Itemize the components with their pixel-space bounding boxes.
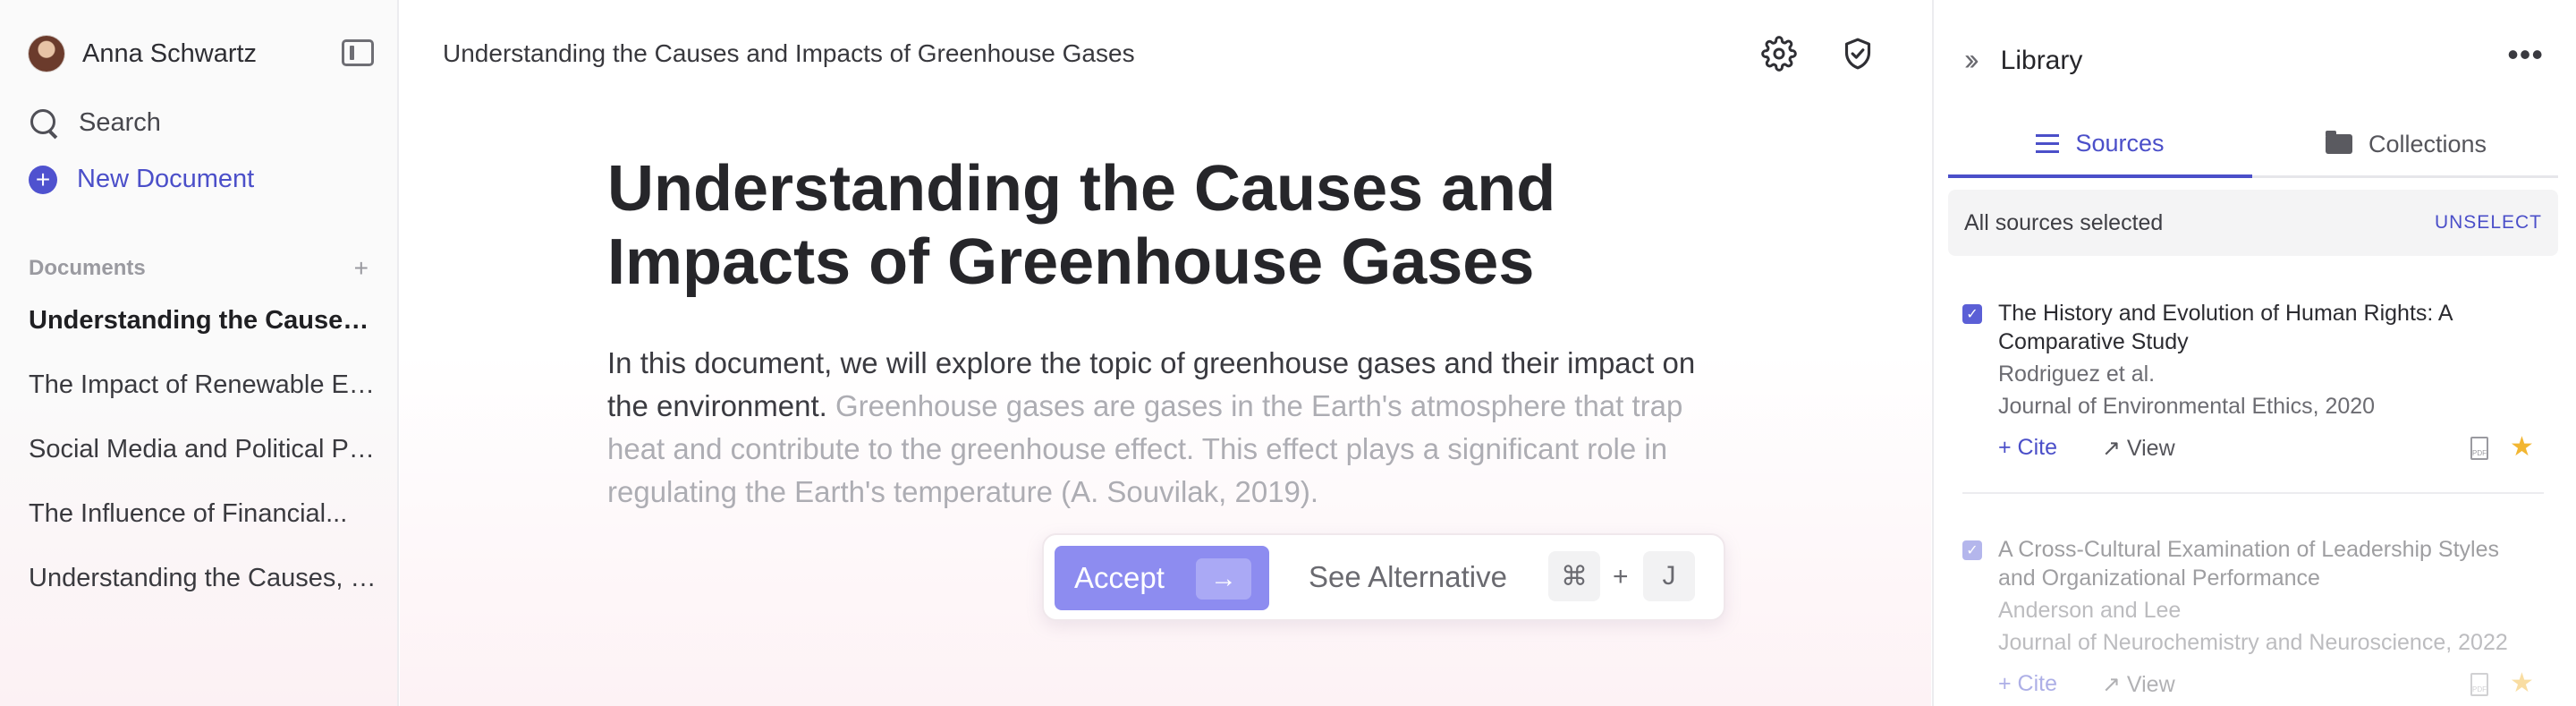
double-chevron-right-icon[interactable]: ›› bbox=[1964, 43, 1979, 78]
add-document-icon[interactable]: + bbox=[354, 254, 369, 283]
accept-label: Accept bbox=[1074, 561, 1165, 594]
tab-collections[interactable]: Collections bbox=[2254, 113, 2558, 175]
view-button[interactable]: ↗ View bbox=[2102, 435, 2175, 462]
panel-tabs: Sources Collections bbox=[1948, 113, 2558, 178]
source-title[interactable]: A Cross-Cultural Examination of Leadersh… bbox=[1998, 535, 2535, 592]
documents-label: Documents bbox=[29, 256, 146, 280]
star-icon[interactable]: ★ bbox=[2510, 668, 2534, 699]
documents-header: Documents + bbox=[29, 254, 369, 283]
folder-icon bbox=[2325, 131, 2352, 154]
gear-icon[interactable] bbox=[1761, 36, 1797, 72]
search-icon bbox=[29, 107, 59, 138]
source-authors: Anderson and Lee bbox=[1998, 598, 2182, 623]
document-item[interactable]: Understanding the Causes and Impacts of … bbox=[29, 306, 377, 370]
shortcut-key-j: J bbox=[1643, 551, 1695, 601]
sidebar-collapse-icon[interactable] bbox=[342, 39, 374, 66]
ai-suggestion-bar: Accept → See Alternative ⌘ + J bbox=[1042, 533, 1725, 621]
unselect-button[interactable]: UNSELECT bbox=[2435, 212, 2542, 234]
sidebar: Anna Schwartz Search + New Document Docu… bbox=[0, 0, 399, 706]
tab-sources[interactable]: Sources bbox=[1948, 113, 2252, 178]
avatar[interactable] bbox=[29, 36, 64, 72]
document-item[interactable]: Understanding the Causes, Effects bbox=[29, 564, 377, 628]
pdf-file-icon[interactable]: PDF bbox=[2470, 437, 2488, 460]
more-horizontal-icon[interactable]: ••• bbox=[2507, 36, 2544, 73]
source-actions: + Cite ↗ View PDF ★ bbox=[1998, 432, 2544, 465]
selection-status: All sources selected bbox=[1964, 209, 2164, 235]
see-alternative-button[interactable]: See Alternative bbox=[1309, 560, 1507, 594]
cite-button[interactable]: + Cite bbox=[1998, 435, 2057, 461]
source-checkbox[interactable]: ✓ bbox=[1962, 540, 1982, 560]
panel-title: Library bbox=[2000, 45, 2083, 75]
command-key-icon: ⌘ bbox=[1548, 551, 1600, 601]
shortcut-plus: + bbox=[1613, 562, 1629, 591]
source-actions: + Cite ↗ View PDF ★ bbox=[1998, 668, 2544, 702]
source-journal: Journal of Environmental Ethics, 2020 bbox=[1998, 394, 2376, 419]
arrow-right-icon: → bbox=[1196, 558, 1251, 600]
list-icon bbox=[2036, 133, 2060, 154]
document-item[interactable]: Social Media and Political Polarization bbox=[29, 435, 377, 499]
new-document-label: New Document bbox=[77, 165, 255, 193]
source-divider bbox=[1962, 492, 2544, 494]
document-item[interactable]: The Impact of Renewable Energy bbox=[29, 370, 377, 435]
plus-circle-icon: + bbox=[29, 165, 57, 194]
pdf-file-icon[interactable]: PDF bbox=[2470, 673, 2488, 696]
source-authors: Rodriguez et al. bbox=[1998, 362, 2156, 387]
document-list: Understanding the Causes and Impacts of … bbox=[29, 306, 377, 628]
search-button[interactable]: Search bbox=[29, 107, 161, 138]
document-title[interactable]: Understanding the Causes and Impacts of … bbox=[607, 152, 1699, 299]
shield-check-icon[interactable] bbox=[1840, 36, 1876, 72]
panel-header: ›› Library bbox=[1964, 43, 2082, 78]
star-icon[interactable]: ★ bbox=[2510, 431, 2534, 463]
library-panel: ›› Library ••• Sources Collections All s… bbox=[1932, 0, 2576, 706]
user-name: Anna Schwartz bbox=[82, 38, 258, 68]
breadcrumb: Understanding the Causes and Impacts of … bbox=[443, 39, 1135, 67]
editor: Understanding the Causes and Impacts of … bbox=[400, 0, 1931, 706]
source-journal: Journal of Neurochemistry and Neuroscien… bbox=[1998, 630, 2508, 655]
view-button[interactable]: ↗ View bbox=[2102, 671, 2175, 698]
source-title[interactable]: The History and Evolution of Human Right… bbox=[1998, 299, 2535, 356]
tab-collections-label: Collections bbox=[2368, 130, 2487, 157]
document-body[interactable]: In this document, we will explore the to… bbox=[607, 342, 1725, 514]
new-document-button[interactable]: + New Document bbox=[29, 165, 254, 194]
source-checkbox[interactable]: ✓ bbox=[1962, 304, 1982, 324]
tab-sources-label: Sources bbox=[2075, 130, 2165, 157]
document-item[interactable]: The Influence of Financial... bbox=[29, 499, 377, 564]
search-label: Search bbox=[79, 107, 161, 137]
cite-button[interactable]: + Cite bbox=[1998, 671, 2057, 697]
accept-button[interactable]: Accept → bbox=[1055, 546, 1269, 610]
selection-bar: All sources selected UNSELECT bbox=[1948, 190, 2558, 256]
user-menu[interactable]: Anna Schwartz bbox=[29, 34, 374, 73]
